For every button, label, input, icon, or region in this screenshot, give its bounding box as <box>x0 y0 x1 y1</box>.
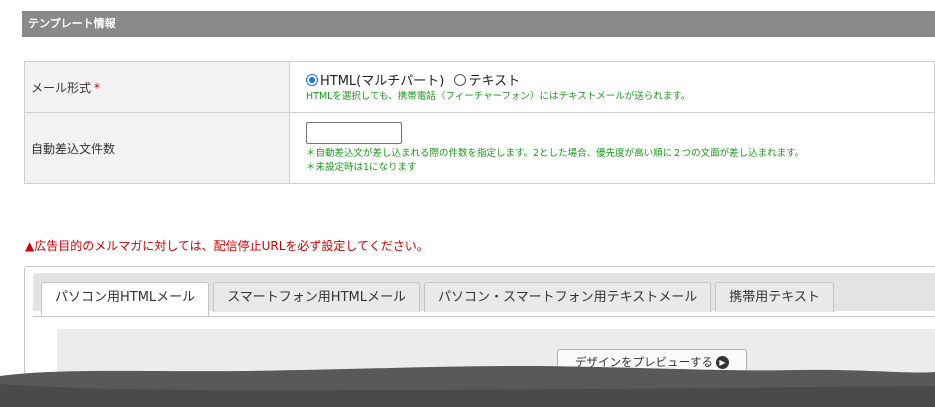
torn-edge-overlay <box>0 366 935 407</box>
